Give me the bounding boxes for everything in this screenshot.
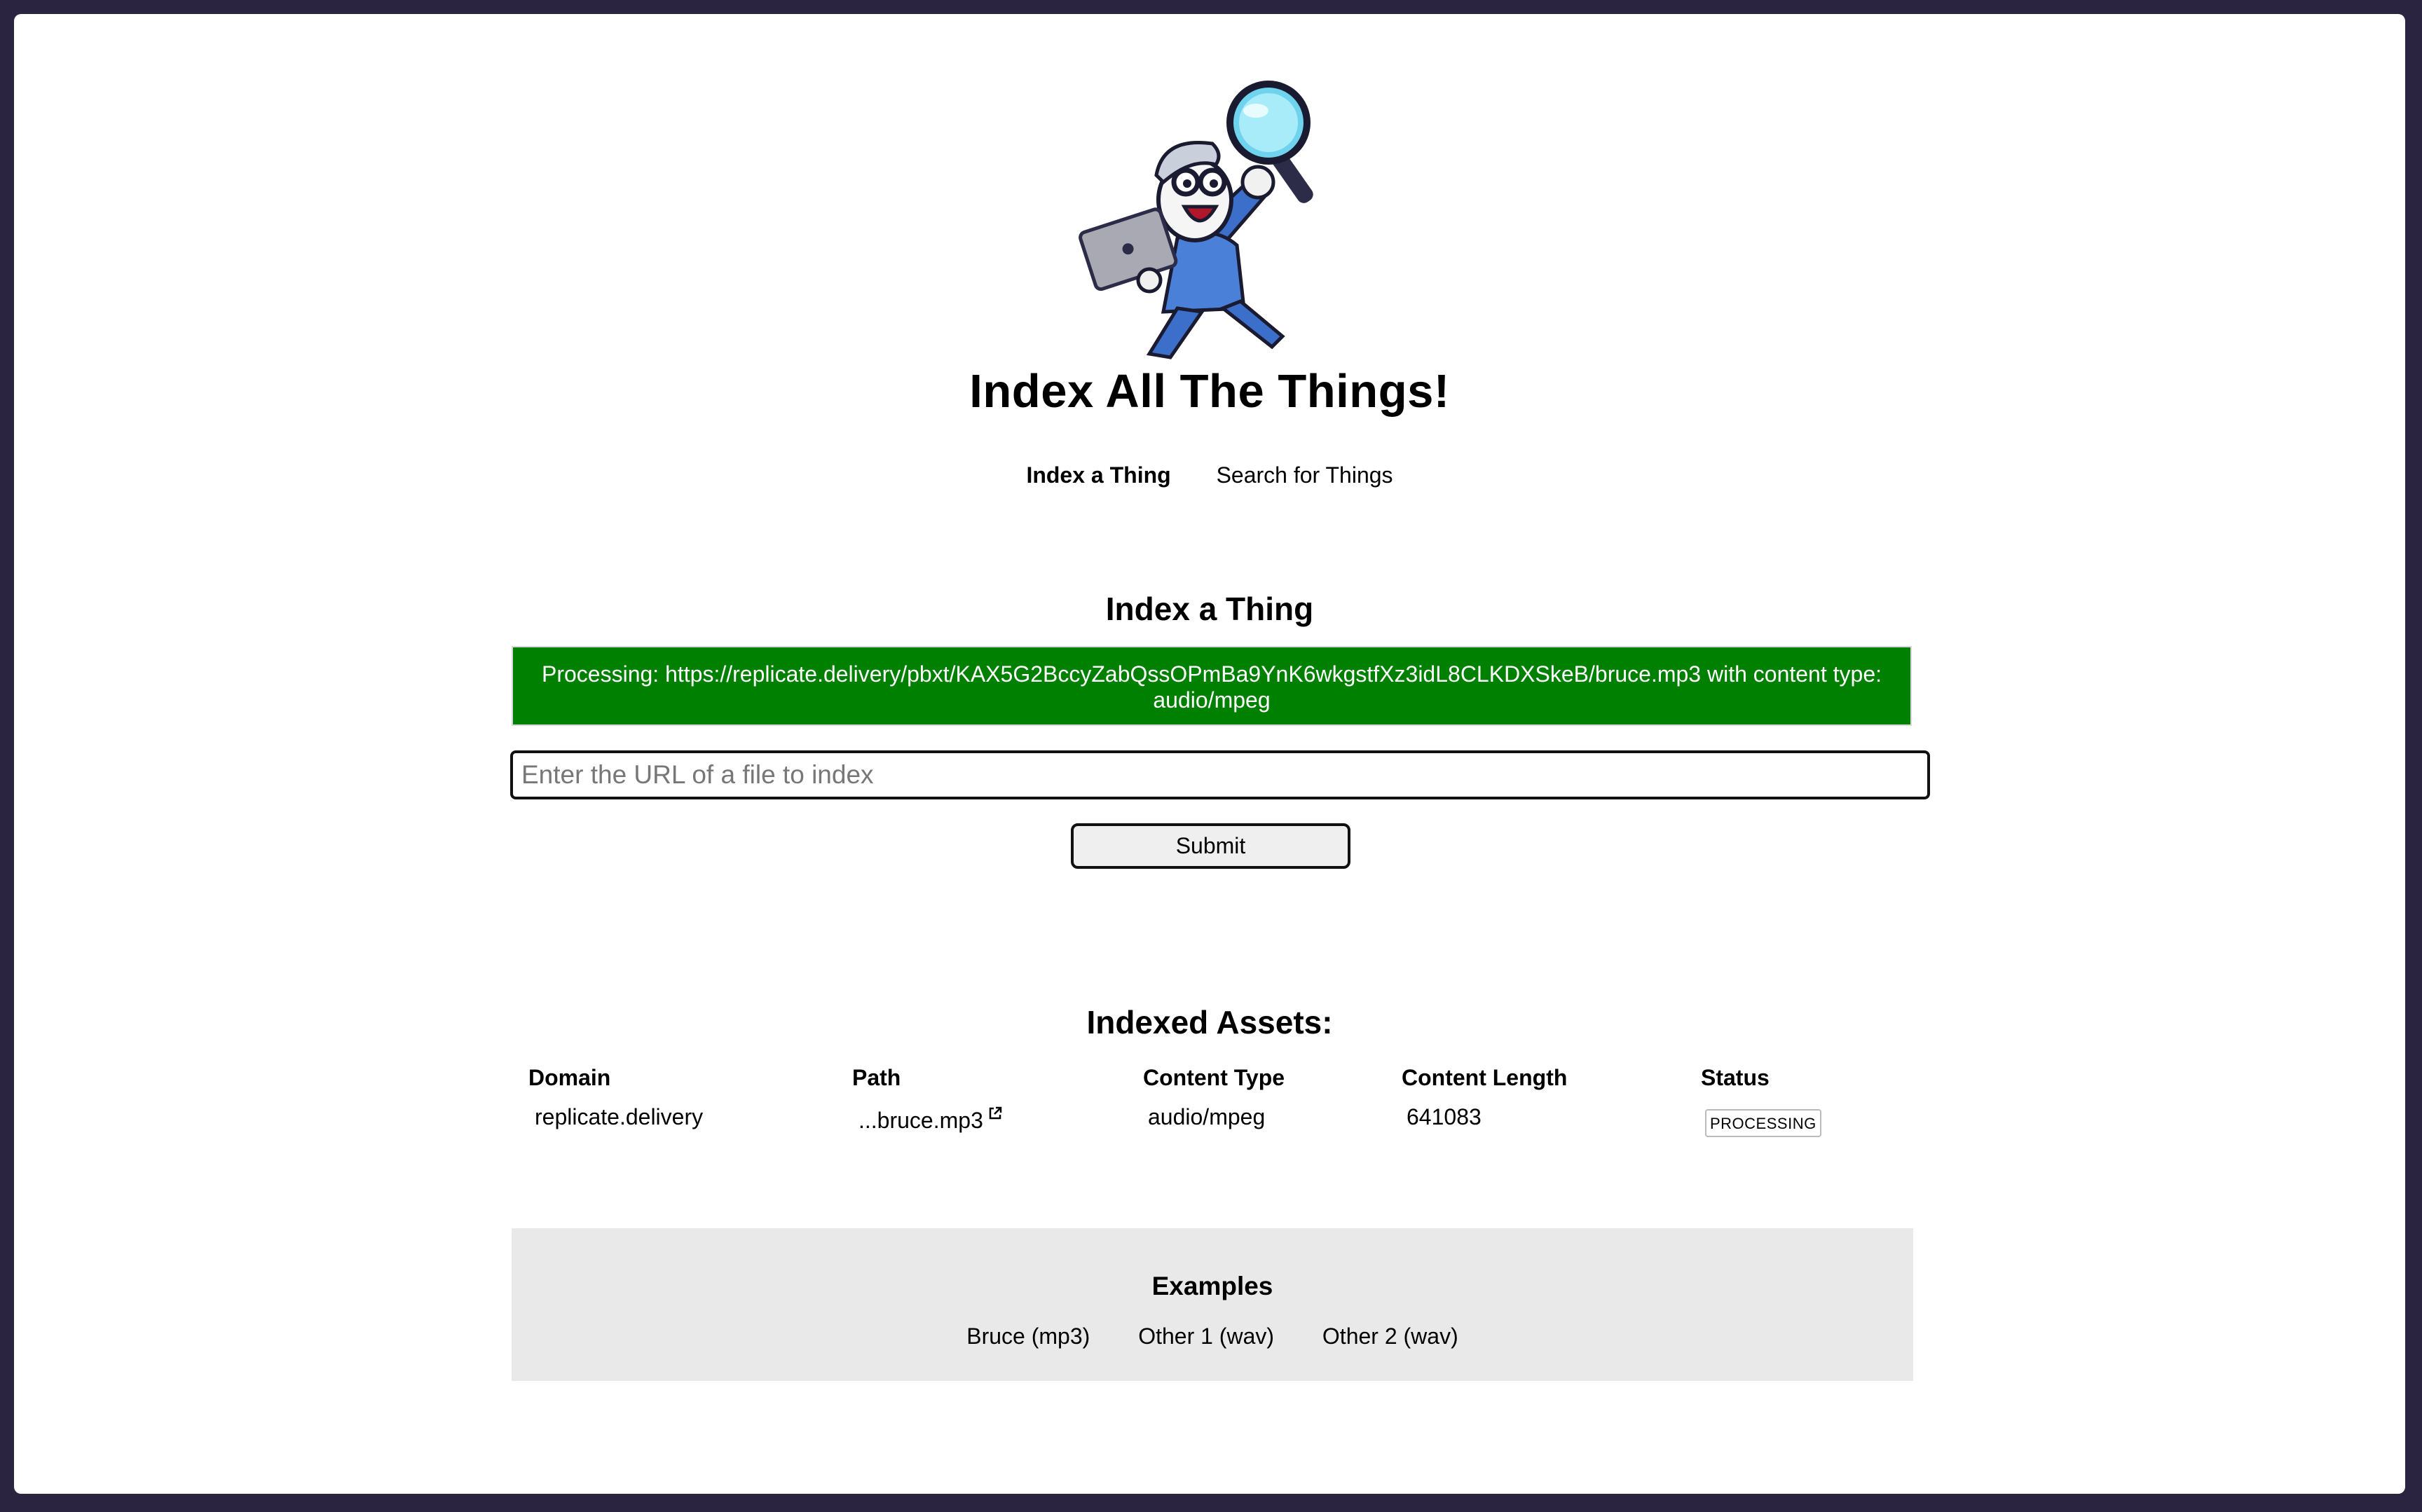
example-link-other-1[interactable]: Other 1 (wav) bbox=[1138, 1324, 1274, 1349]
status-badge: PROCESSING bbox=[1705, 1109, 1821, 1137]
path-link[interactable]: ...bruce.mp3 bbox=[858, 1108, 983, 1133]
page: Index All The Things! Index a Thing Sear… bbox=[14, 14, 2405, 1494]
column-header-status: Status bbox=[1701, 1065, 1770, 1090]
column-header-content-type: Content Type bbox=[1143, 1065, 1285, 1090]
examples-heading: Examples bbox=[1151, 1272, 1273, 1300]
examples-links: Bruce (mp3) Other 1 (wav) Other 2 (wav) bbox=[512, 1324, 1913, 1349]
example-link-other-2[interactable]: Other 2 (wav) bbox=[1322, 1324, 1458, 1349]
cell-domain: replicate.delivery bbox=[535, 1104, 704, 1129]
external-link-icon[interactable] bbox=[987, 1106, 1003, 1121]
cell-path[interactable]: ...bruce.mp3 bbox=[858, 1106, 1003, 1134]
column-header-path: Path bbox=[852, 1065, 901, 1090]
site-title: Index All The Things! bbox=[969, 365, 1450, 418]
cell-status: PROCESSING bbox=[1705, 1108, 1821, 1137]
submit-button[interactable]: Submit bbox=[1071, 823, 1350, 869]
cell-content-type: audio/mpeg bbox=[1148, 1104, 1266, 1129]
example-link-bruce[interactable]: Bruce (mp3) bbox=[966, 1324, 1090, 1349]
main-nav: Index a Thing Search for Things bbox=[14, 462, 2405, 488]
column-header-domain: Domain bbox=[528, 1065, 611, 1090]
nav-search-for-things[interactable]: Search for Things bbox=[1217, 462, 1393, 488]
indexed-assets-heading: Indexed Assets: bbox=[1086, 1004, 1333, 1040]
nav-index-a-thing[interactable]: Index a Thing bbox=[1026, 462, 1170, 488]
column-header-content-length: Content Length bbox=[1402, 1065, 1568, 1090]
examples-panel: Examples Bruce (mp3) Other 1 (wav) Other… bbox=[512, 1228, 1913, 1381]
url-input[interactable] bbox=[510, 750, 1930, 799]
browser-window: Index All The Things! Index a Thing Sear… bbox=[14, 14, 2405, 1494]
cell-content-length: 641083 bbox=[1407, 1104, 1482, 1129]
processing-status-banner: Processing: https://replicate.delivery/p… bbox=[512, 646, 1912, 726]
index-section-heading: Index a Thing bbox=[1105, 591, 1314, 627]
mascot-illustration bbox=[1079, 81, 1313, 359]
